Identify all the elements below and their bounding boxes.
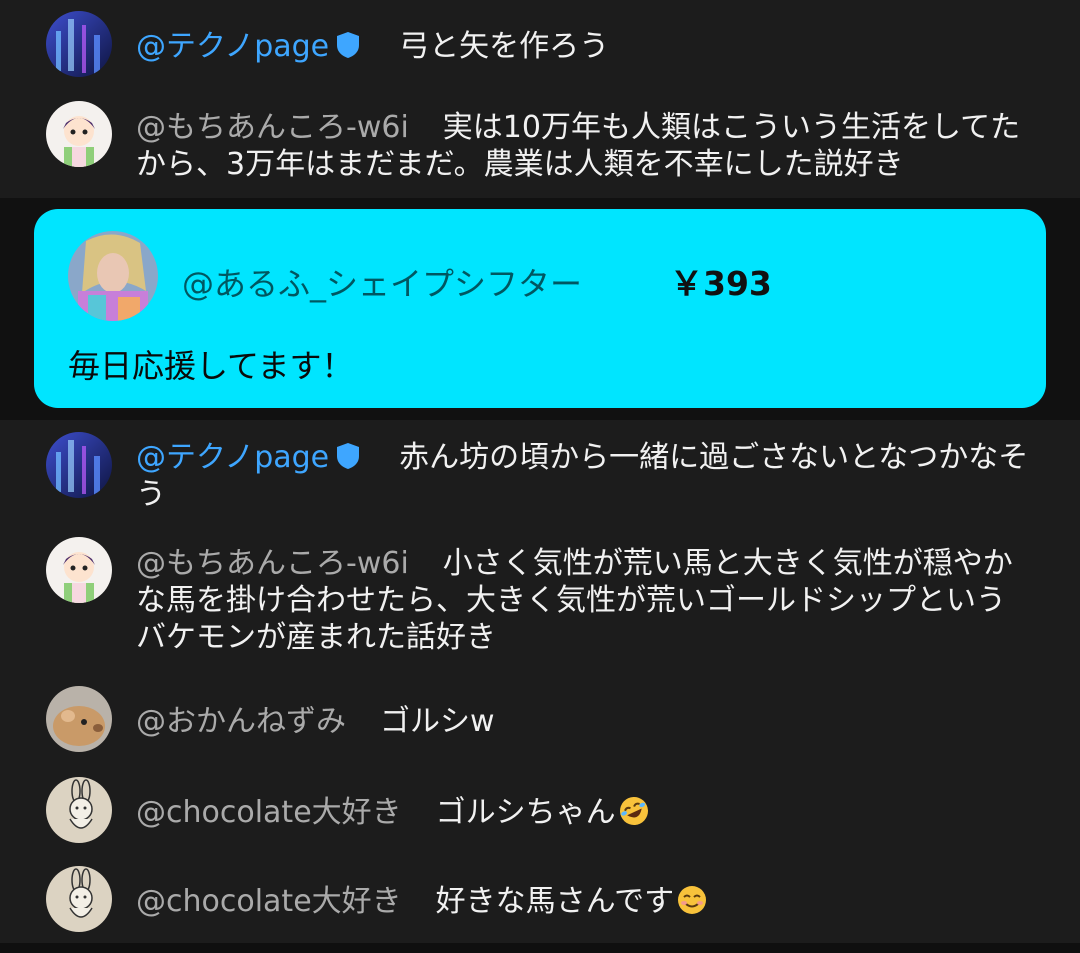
superchat-card[interactable]: @あるふ_シェイプシフター ￥393 毎日応援してます！ xyxy=(34,209,1046,408)
author-name[interactable]: @もちあんころ-w6i xyxy=(136,110,409,145)
message-text: ゴルシw xyxy=(380,704,495,739)
avatar[interactable] xyxy=(46,866,112,932)
author-name[interactable]: @もちあんころ-w6i xyxy=(136,546,409,581)
superchat-amount: ￥393 xyxy=(670,264,772,303)
bottom-divider xyxy=(0,943,1080,953)
avatar[interactable] xyxy=(46,432,112,498)
superchat-author[interactable]: @あるふ_シェイプシフター xyxy=(182,259,582,305)
author-name[interactable]: @chocolate大好き xyxy=(136,884,402,919)
avatar[interactable] xyxy=(68,231,158,321)
author-name[interactable]: @テクノpage xyxy=(136,29,375,64)
avatar[interactable] xyxy=(46,537,112,603)
smile-emoji-icon xyxy=(676,884,708,916)
author-name[interactable]: @おかんねずみ xyxy=(136,704,346,739)
message-text: 弓と矢を作ろう xyxy=(399,29,610,64)
avatar[interactable] xyxy=(46,101,112,167)
message-text: 好きな馬さんです xyxy=(435,884,675,919)
rofl-emoji-icon xyxy=(618,795,650,827)
author-name[interactable]: @テクノpage xyxy=(136,440,375,475)
superchat-message: 毎日応援してます！ xyxy=(68,347,354,385)
avatar[interactable] xyxy=(46,777,112,843)
author-name[interactable]: @chocolate大好き xyxy=(136,795,402,830)
verified-badge-icon xyxy=(335,442,361,470)
verified-badge-icon xyxy=(335,31,361,59)
live-chat: @テクノpage 弓と矢を作ろう @もちあんころ-w6i 実は10万年も人類はこうい… xyxy=(0,0,1080,953)
message-text: ゴルシちゃん xyxy=(435,795,616,830)
avatar[interactable] xyxy=(46,11,112,77)
avatar[interactable] xyxy=(46,686,112,752)
